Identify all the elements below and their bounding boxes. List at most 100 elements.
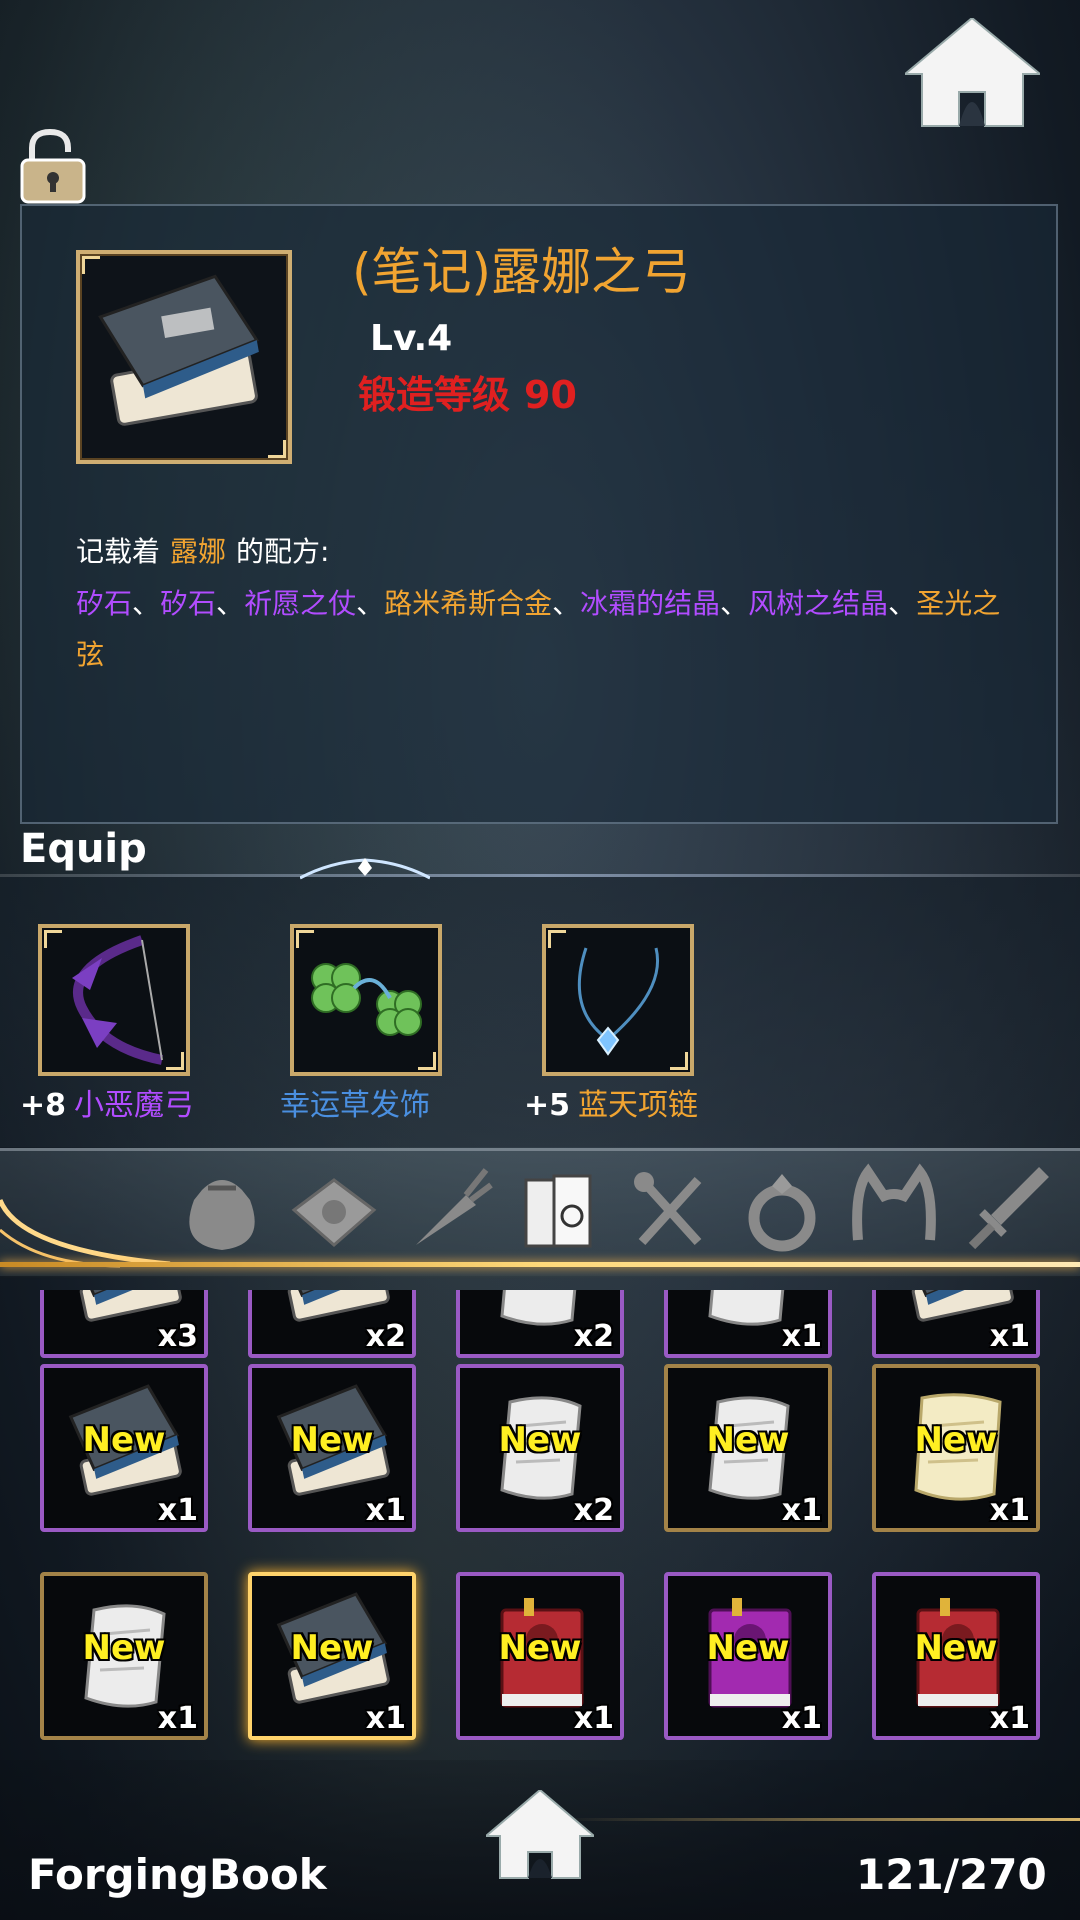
inventory-item[interactable]: New x1 [40, 1572, 208, 1740]
recipe-separator: 、 [216, 587, 245, 620]
recipe-separator: 、 [132, 587, 161, 620]
item-quantity: x1 [781, 1493, 822, 1528]
inventory-item[interactable]: x1 [872, 1290, 1040, 1358]
inventory-item[interactable]: x1 [664, 1290, 832, 1358]
category-tab-5[interactable] [620, 1160, 720, 1260]
equip-name-3: 蓝天项链 [578, 1088, 699, 1123]
page-name: ForgingBook [28, 1850, 327, 1899]
item-quantity: x1 [157, 1701, 198, 1736]
ring-icon [748, 1174, 816, 1252]
new-badge: New [914, 1628, 998, 1668]
gold-ornament-icon [0, 1198, 171, 1268]
home-icon [483, 1788, 597, 1879]
carrot-icon [416, 1168, 493, 1245]
item-quantity: x2 [365, 1319, 406, 1354]
gold-divider [0, 1262, 1080, 1267]
equip-name-2: 幸运草发饰 [280, 1088, 430, 1123]
new-badge: New [706, 1628, 790, 1668]
inventory-item[interactable]: New x1 [40, 1364, 208, 1532]
new-badge: New [914, 1420, 998, 1460]
item-quantity: x1 [781, 1701, 822, 1736]
inventory-grid: x3 x2 x2 x1 x1 New x1 New x1 New x2 New x1 New x1 New x1… [0, 1290, 1080, 1760]
recipe-ingredients: 矽石、矽石、祈愿之仗、路米希斯合金、冰霜的结晶、风树之结晶、圣光之弦 [76, 578, 1026, 680]
inventory-item[interactable]: New x1 [664, 1364, 832, 1532]
divider [0, 874, 1080, 877]
category-tab-2[interactable] [284, 1160, 384, 1260]
home-icon [902, 16, 1043, 127]
demon-bow-icon [72, 935, 163, 1065]
home-button[interactable] [902, 16, 1043, 130]
inventory-item[interactable]: New x2 [456, 1364, 624, 1532]
item-quantity: x2 [573, 1319, 614, 1354]
inventory-item[interactable]: x2 [248, 1290, 416, 1358]
category-tab-4[interactable] [508, 1160, 608, 1260]
recipe-ingredient: 矽石 [160, 587, 217, 620]
item-quantity: x1 [989, 1493, 1030, 1528]
new-badge: New [498, 1628, 582, 1668]
recipe-ingredient: 祈愿之仗 [244, 587, 357, 620]
forge-level: 锻造等级 90 [358, 364, 577, 419]
item-count: 121/270 [856, 1850, 1047, 1899]
footer-divider [560, 1818, 1080, 1821]
category-tab-7[interactable] [844, 1160, 944, 1260]
equip-title: Equip [20, 826, 147, 872]
recipe-separator: 、 [720, 587, 749, 620]
item-quantity: x1 [365, 1493, 406, 1528]
equip-slot-2[interactable] [290, 924, 442, 1076]
inventory-item[interactable]: New x1 [456, 1572, 624, 1740]
equip-slot-1[interactable] [38, 924, 190, 1076]
recipe-ingredient: 风树之结晶 [748, 587, 889, 620]
equip-slot-3[interactable] [542, 924, 694, 1076]
equip-name-1: 小恶魔弓 [74, 1088, 195, 1123]
cat-ears-icon [852, 1163, 936, 1241]
equip-label-3: +5 蓝天项链 [524, 1080, 698, 1124]
item-quantity: x2 [573, 1493, 614, 1528]
item-quantity: x1 [989, 1319, 1030, 1354]
equip-label-2: 幸运草发饰 [280, 1080, 430, 1124]
inventory-item[interactable]: New x1 [248, 1572, 416, 1740]
category-tab-3[interactable] [396, 1160, 496, 1260]
new-badge: New [498, 1420, 582, 1460]
item-quantity: x1 [573, 1701, 614, 1736]
divider-ornament-icon [300, 858, 430, 880]
inventory-item[interactable]: New x1 [248, 1364, 416, 1532]
new-badge: New [290, 1420, 374, 1460]
recipe-intro: 记载着 露娜 的配方: [76, 530, 329, 570]
item-title: (笔记)露娜之弓 [352, 243, 692, 301]
lock-button[interactable] [20, 128, 86, 204]
recipe-separator: 、 [552, 587, 581, 620]
category-tab-6[interactable] [732, 1160, 832, 1260]
inventory-item[interactable]: New x1 [872, 1364, 1040, 1532]
inventory-item[interactable]: New x1 [872, 1572, 1040, 1740]
new-badge: New [82, 1628, 166, 1668]
item-quantity: x1 [781, 1319, 822, 1354]
recipe-intro-suffix: 的配方: [236, 535, 330, 568]
category-tab-1[interactable] [172, 1160, 272, 1260]
item-portrait [76, 250, 292, 464]
clover-hairpin-icon [311, 963, 422, 1036]
new-badge: New [82, 1420, 166, 1460]
item-quantity: x3 [157, 1319, 198, 1354]
sword-icon [968, 1167, 1049, 1250]
item-level: Lv.4 [370, 318, 453, 359]
inventory-item[interactable]: x2 [456, 1290, 624, 1358]
note-book-icon [98, 274, 260, 426]
new-badge: New [290, 1628, 374, 1668]
fork-knife-icon [634, 1172, 702, 1246]
new-badge: New [706, 1420, 790, 1460]
equip-plus-1: +8 [20, 1088, 67, 1123]
recipe-separator: 、 [356, 587, 385, 620]
recipe-ingredient: 路米希斯合金 [384, 587, 553, 620]
recipe-intro-prefix: 记载着 [76, 535, 161, 568]
home-bottom-button[interactable] [483, 1788, 597, 1882]
books-icon [524, 1174, 592, 1248]
recipe-ingredient: 矽石 [76, 587, 133, 620]
inventory-item[interactable]: New x1 [664, 1572, 832, 1740]
bag-icon [189, 1180, 255, 1250]
forge-level-value: 90 [524, 373, 577, 417]
category-tab-8[interactable] [956, 1160, 1056, 1260]
envelope-icon [291, 1178, 377, 1247]
item-quantity: x1 [989, 1701, 1030, 1736]
inventory-item[interactable]: x3 [40, 1290, 208, 1358]
equip-plus-3: +5 [524, 1088, 571, 1123]
